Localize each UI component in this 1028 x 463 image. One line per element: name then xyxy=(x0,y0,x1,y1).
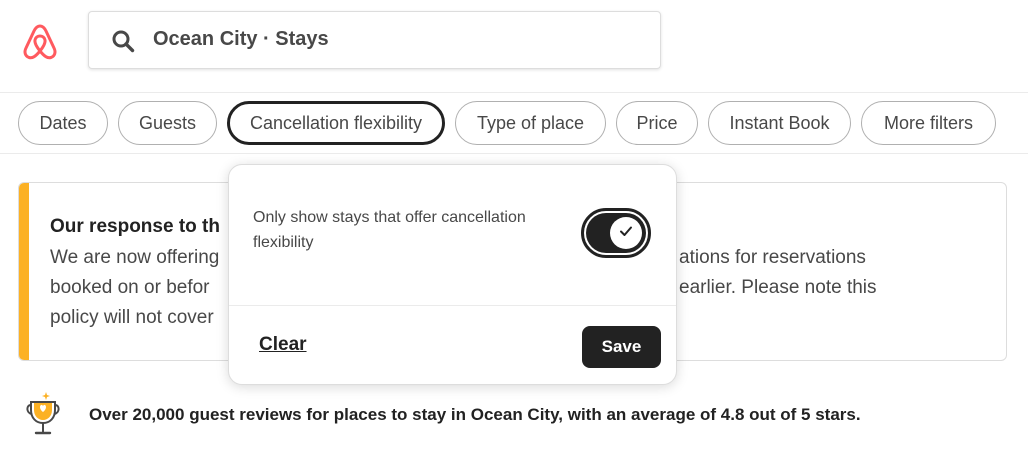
reviews-summary: Over 20,000 guest reviews for places to … xyxy=(89,405,861,424)
toggle-track xyxy=(586,213,646,253)
alert-body-line: booked on or befor xyxy=(50,277,210,298)
search-bar[interactable]: Ocean City · Stays xyxy=(88,11,661,69)
alert-body-line: ations for reservations xyxy=(679,247,866,268)
toggle-knob xyxy=(610,217,642,249)
clear-button[interactable]: Clear xyxy=(259,334,307,356)
popover-divider xyxy=(229,305,676,306)
search-query-text[interactable]: Ocean City · Stays xyxy=(153,28,329,51)
filter-bar: Dates Guests Cancellation flexibility Ty… xyxy=(0,92,1028,154)
save-button[interactable]: Save xyxy=(582,326,661,368)
airbnb-logo-icon[interactable] xyxy=(20,20,60,62)
filter-more-filters-button[interactable]: More filters xyxy=(861,101,996,145)
alert-body-line: We are now offering xyxy=(50,247,220,268)
filter-type-of-place-button[interactable]: Type of place xyxy=(455,101,606,145)
cancellation-flexibility-description: Only show stays that offer cancellation … xyxy=(253,209,526,251)
cancellation-flexibility-toggle[interactable] xyxy=(581,208,651,258)
filter-cancellation-flexibility-button[interactable]: Cancellation flexibility xyxy=(227,101,445,145)
cancellation-flexibility-popover: Only show stays that offer cancellation … xyxy=(228,164,677,385)
filter-guests-button[interactable]: Guests xyxy=(118,101,217,145)
filter-price-button[interactable]: Price xyxy=(616,101,698,145)
filter-dates-button[interactable]: Dates xyxy=(18,101,108,145)
trophy-icon xyxy=(22,390,64,438)
check-icon xyxy=(618,223,634,244)
alert-title: Our response to th xyxy=(50,216,220,237)
filter-instant-book-button[interactable]: Instant Book xyxy=(708,101,851,145)
alert-body-line: earlier. Please note this xyxy=(679,277,877,298)
page: Ocean City · Stays Dates Guests Cancella… xyxy=(0,0,1028,463)
search-icon xyxy=(111,29,135,53)
alert-accent-bar xyxy=(19,183,29,360)
alert-body-line: policy will not cover xyxy=(50,307,214,328)
